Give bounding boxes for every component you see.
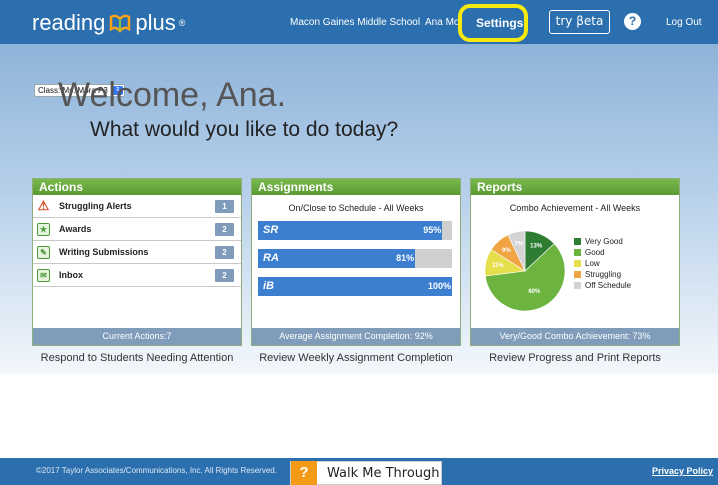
legend-item: Off Schedule <box>574 281 631 290</box>
actions-panel-title: Actions <box>33 179 241 195</box>
assignments-footer: Average Assignment Completion: 92% <box>252 328 460 345</box>
privacy-policy-link[interactable]: Privacy Policy <box>652 466 713 476</box>
settings-link[interactable]: Settings <box>476 16 523 30</box>
action-label: Writing Submissions <box>59 247 149 257</box>
warning-icon: ⚠ <box>37 198 50 213</box>
combo-achievement-pie-chart[interactable]: 13% 60% 11% 9% 7% <box>483 229 567 313</box>
action-label: Awards <box>59 224 92 234</box>
bar-label: SR <box>263 224 279 236</box>
help-icon[interactable]: ? <box>624 13 641 30</box>
action-writing-submissions[interactable]: ✎ Writing Submissions 2 <box>33 241 241 264</box>
reading-plus-logo[interactable]: reading plus ® <box>32 10 185 36</box>
legend-swatch <box>574 282 581 289</box>
bar-value: 81% <box>396 253 415 263</box>
pie-data-label: 13% <box>530 243 543 249</box>
welcome-heading: Welcome, Ana. <box>58 76 287 114</box>
actions-panel: Actions ⚠ Struggling Alerts 1 ★ Awards 2… <box>32 178 242 346</box>
action-count: 2 <box>215 269 234 282</box>
legend-item: Low <box>574 259 600 268</box>
legend-label: Struggling <box>585 270 622 279</box>
logo-registered-mark: ® <box>178 18 186 28</box>
assignments-caption[interactable]: Review Weekly Assignment Completion <box>251 352 461 364</box>
pencil-icon: ✎ <box>37 245 50 259</box>
reports-caption[interactable]: Review Progress and Print Reports <box>470 352 680 364</box>
award-icon: ★ <box>37 222 50 236</box>
bar-label: RA <box>263 252 279 264</box>
reports-panel: Reports Combo Achievement - All Weeks 13… <box>470 178 680 346</box>
bar-value: 100% <box>428 281 452 291</box>
top-navigation-bar: reading plus ® Macon Gaines Middle Schoo… <box>0 0 718 44</box>
logout-link[interactable]: Log Out <box>666 17 702 28</box>
logo-text-plus: plus <box>135 10 176 35</box>
legend-label: Good <box>585 248 605 257</box>
bar-label: iB <box>263 280 274 292</box>
bar-fill <box>258 221 443 240</box>
action-count: 2 <box>215 223 234 236</box>
legend-label: Very Good <box>585 237 623 246</box>
pie-data-label: 7% <box>515 242 524 248</box>
logo-book-icon <box>110 14 131 33</box>
pie-data-label: 9% <box>502 248 511 254</box>
legend-item: Very Good <box>574 237 623 246</box>
action-inbox[interactable]: ✉ Inbox 2 <box>33 264 241 287</box>
logo-text-reading: reading <box>32 10 106 35</box>
pie-data-label: 60% <box>528 289 541 295</box>
bar-fill <box>258 249 416 268</box>
walk-me-through-label: Walk Me Through <box>327 465 440 481</box>
legend-swatch <box>574 238 581 245</box>
assignments-subtitle: On/Close to Schedule - All Weeks <box>288 203 424 213</box>
legend-swatch <box>574 249 581 256</box>
action-struggling-alerts[interactable]: ⚠ Struggling Alerts 1 <box>33 195 241 218</box>
reports-footer: Very/Good Combo Achievement: 73% <box>471 328 679 345</box>
welcome-prompt: What would you like to do today? <box>90 118 399 141</box>
question-icon: ? <box>291 461 317 485</box>
assignment-bar-ra[interactable]: RA 81% <box>258 249 452 268</box>
bar-fill <box>258 277 452 296</box>
pie-data-label: 11% <box>492 263 504 269</box>
bar-value: 95% <box>423 225 442 235</box>
inbox-icon: ✉ <box>37 268 50 282</box>
action-count: 1 <box>215 200 234 213</box>
legend-item: Struggling <box>574 270 621 279</box>
action-label: Inbox <box>59 270 83 280</box>
walk-me-through-button[interactable]: ? Walk Me Through <box>290 461 442 485</box>
action-awards[interactable]: ★ Awards 2 <box>33 218 241 241</box>
assignment-bar-ib[interactable]: iB 100% <box>258 277 452 296</box>
reports-panel-title: Reports <box>471 179 679 195</box>
action-label: Struggling Alerts <box>59 201 132 211</box>
try-beta-button[interactable]: try βeta <box>549 10 610 34</box>
actions-footer: Current Actions:7 <box>33 328 241 345</box>
copyright-text: ©2017 Taylor Associates/Communications, … <box>36 466 277 475</box>
assignments-panel-title: Assignments <box>252 179 460 195</box>
legend-swatch <box>574 271 581 278</box>
assignment-bar-sr[interactable]: SR 95% <box>258 221 452 240</box>
reports-subtitle: Combo Achievement - All Weeks <box>509 203 641 213</box>
legend-label: Off Schedule <box>585 281 632 290</box>
legend-swatch <box>574 260 581 267</box>
legend-item: Good <box>574 248 605 257</box>
school-name: Macon Gaines Middle School <box>290 17 421 28</box>
footer-bar: ©2017 Taylor Associates/Communications, … <box>0 458 718 485</box>
assignments-panel: Assignments On/Close to Schedule - All W… <box>251 178 461 346</box>
legend-label: Low <box>585 259 600 268</box>
action-count: 2 <box>215 246 234 259</box>
actions-caption[interactable]: Respond to Students Needing Attention <box>32 352 242 364</box>
